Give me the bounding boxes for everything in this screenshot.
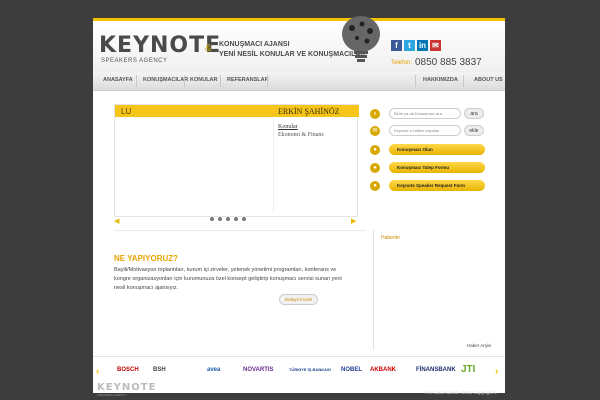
nav-konular[interactable]: KONULAR [190,77,218,83]
nav-divider [267,75,268,87]
slider-dot[interactable] [242,217,246,221]
newsletter-button[interactable]: ekle [464,125,484,136]
speaker-topic: Ekonomi & Finans [278,132,324,138]
globe-icon: ● [370,181,380,191]
logo[interactable]: KEYNOTE [99,33,221,58]
news-title: Haberler [381,235,401,241]
nav-referanslar[interactable]: REFERANSLAR [227,77,269,83]
footer-logo[interactable]: KEYNOTE [97,382,156,393]
slider-dot[interactable] [234,217,238,221]
search-input[interactable]: Birini ya da Konuşmacı ara [389,108,461,119]
phone-number: 0850 885 3837 [415,57,482,68]
tagline-1: KONUŞMACI AJANSI [219,41,290,48]
nav-divider [220,75,221,87]
what-we-do-section: NE YAPIYORUZ? Bayili/Motivasyon toplantı… [114,230,366,340]
nav-konusmacilar[interactable]: KONUŞMACILAR [143,77,188,83]
header: KEYNOTE SPEAKERS AGENCY & KONUŞMACI AJAN… [93,16,505,72]
linkedin-icon[interactable]: in [417,40,428,51]
request-form-en-row: ● Keynote Speaker Request Form [370,180,488,192]
search-icon: ⌕ [370,109,380,119]
social-links: f t in ✉ [391,40,441,51]
details-button[interactable]: Detaylı İncele [279,294,318,305]
nav-divider [184,75,185,87]
news-archive-link[interactable]: Haber Arşivi [467,343,491,348]
slider-prev-icon[interactable]: ◀ [114,217,119,225]
slider-dot[interactable] [226,217,230,221]
speaker-request-form-en-button[interactable]: Keynote Speaker Request Form [389,180,485,191]
carousel-prev-icon[interactable]: ‹ [96,366,99,377]
slider-divider [273,119,274,213]
carousel-next-icon[interactable]: › [495,366,498,377]
become-speaker-button[interactable]: Konuşmacı Olun [389,144,485,155]
form-icon: ● [370,163,380,173]
request-form-row: ● Konuşmacı Talep Formu [370,162,488,174]
nav-divider [415,75,416,87]
main-nav: ANASAYFA KONUŞMACILAR KONULAR REFERANSLA… [93,72,505,91]
nav-divider [463,75,464,87]
become-speaker-row: ● Konuşmacı Olun [370,144,488,156]
column-divider [373,230,374,350]
slider-dots [210,217,246,221]
search-row: ⌕ Birini ya da Konuşmacı ara ara [370,108,488,120]
partner-logo[interactable]: NOVARTIS [243,367,274,373]
nav-divider [136,75,137,87]
lightbulb-icon [342,16,380,62]
speaker-name[interactable]: ERKİN ŞAHİNÖZ [278,107,340,116]
nav-hakkimizda[interactable]: HAKKIMIZDA [423,77,458,83]
partner-logo[interactable]: JTI [461,364,475,375]
partner-logo[interactable]: FİNANSBANK [416,367,456,373]
partner-logo[interactable]: AKBANK [370,367,396,373]
nav-about-us[interactable]: ABOUT US [474,77,503,83]
phone-label: Telefon: [391,60,413,66]
mail-icon: ✉ [370,126,380,136]
newsletter-row: ✉ Keynote e-bülten kayıtları ekle [370,125,488,137]
logo-subtitle: SPEAKERS AGENCY [101,58,168,64]
partner-logo[interactable]: BOSCH [117,367,139,373]
page-container: KEYNOTE SPEAKERS AGENCY & KONUŞMACI AJAN… [93,16,505,393]
nav-anasayfa[interactable]: ANASAYFA [103,77,133,83]
speaker-slider[interactable]: LU ERKİN ŞAHİNÖZ Konular Ekonomi & Finan… [114,104,359,217]
speaker-topics-link[interactable]: Konular [278,124,298,130]
section-text: Bayili/Motivasyon toplantıları, kurum iç… [114,267,342,291]
mail-icon[interactable]: ✉ [430,40,441,51]
speaker-request-form-button[interactable]: Konuşmacı Talep Formu [389,162,485,173]
facebook-icon[interactable]: f [391,40,402,51]
slider-previous-text: LU [121,107,132,116]
partner-logo[interactable]: avea [207,367,220,373]
ampersand: & [205,43,212,54]
twitter-icon[interactable]: t [404,40,415,51]
slider-next-icon[interactable]: ▶ [351,217,356,225]
footer: KEYNOTE SPEAKERS AGENCY Her hakkı saklıd… [93,378,505,400]
footer-logo-subtitle: SPEAKERS AGENCY [97,393,127,397]
partner-logo[interactable]: TÜRKİYE İŞ BANKASI [289,367,331,372]
slider-dot[interactable] [210,217,214,221]
slider-dot[interactable] [218,217,222,221]
section-title: NE YAPIYORUZ? [114,254,179,263]
partner-logo[interactable]: BSH [153,367,166,373]
search-button[interactable]: ara [464,108,484,119]
newsletter-input[interactable]: Keynote e-bülten kayıtları [389,125,461,136]
partner-logo[interactable]: NOBEL [341,367,362,373]
microphone-icon: ● [370,145,380,155]
copyright-text: Her hakkı saklıdır. 2014 Copyright © [425,390,498,395]
